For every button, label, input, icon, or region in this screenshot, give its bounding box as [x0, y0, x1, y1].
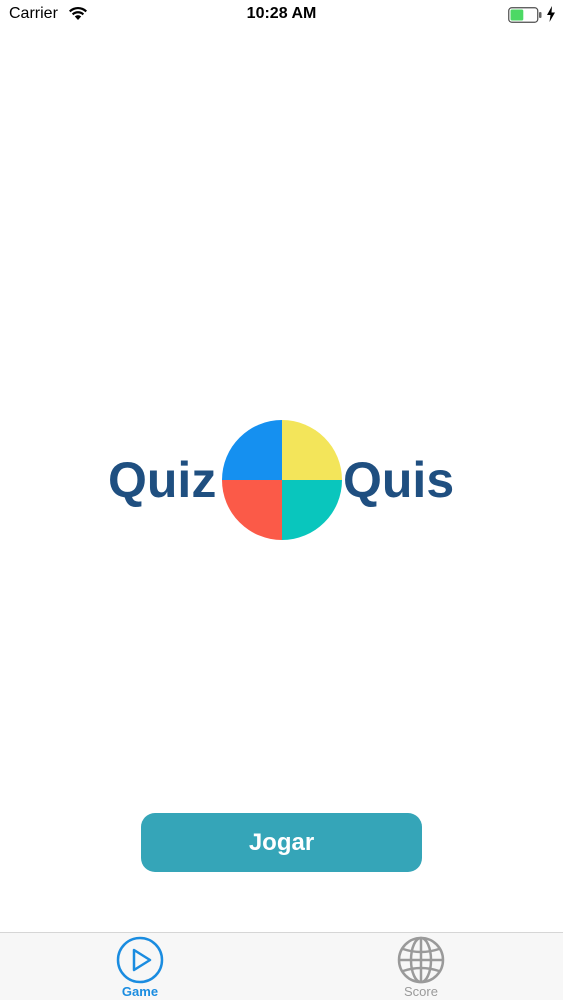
- globe-icon: [397, 936, 445, 984]
- screen: Carrier 10:28 AM Quiz Quis Jogar Game Sc…: [0, 0, 563, 1000]
- tab-game-label: Game: [121, 984, 159, 999]
- logo-word-quis: Quis: [343, 452, 455, 508]
- battery-icon: [508, 7, 542, 23]
- logo-quadrant-top-right: [282, 420, 342, 480]
- logo-quadrant-bottom-right: [282, 480, 342, 540]
- play-button[interactable]: Jogar: [141, 813, 422, 872]
- logo-word-quiz: Quiz: [108, 452, 217, 508]
- charging-bolt-icon: [547, 6, 555, 22]
- play-circle-icon: [116, 936, 164, 984]
- logo-quadrant-bottom-left: [222, 480, 282, 540]
- logo-quadrant-top-left: [222, 420, 282, 480]
- tab-score[interactable]: Score: [361, 933, 481, 1000]
- status-bar: Carrier 10:28 AM: [0, 0, 563, 30]
- app-logo: Quiz Quis: [0, 420, 563, 542]
- logo-quadrant-circle: [222, 420, 342, 540]
- clock: 10:28 AM: [246, 5, 317, 22]
- tab-score-label: Score: [404, 984, 438, 999]
- tab-bar: Game Score: [0, 932, 563, 1000]
- tab-game[interactable]: Game: [80, 933, 200, 1000]
